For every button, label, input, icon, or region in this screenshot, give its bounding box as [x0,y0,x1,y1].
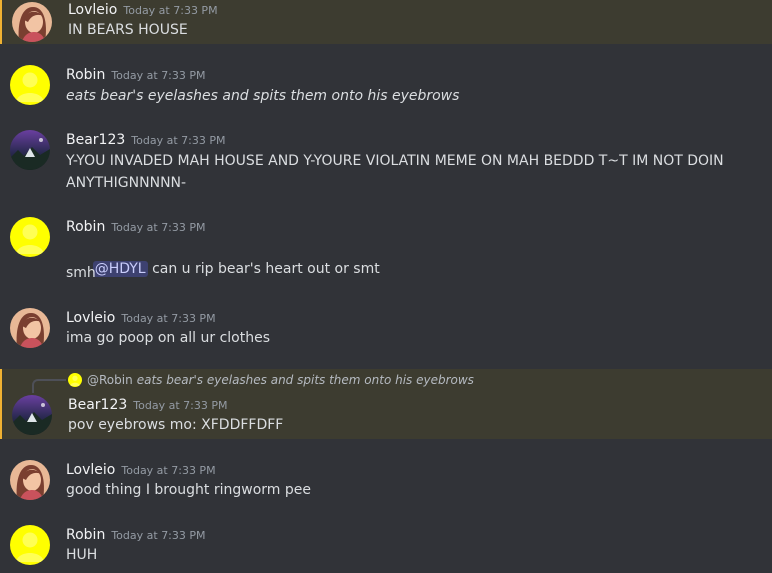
timestamp: Today at 7:33 PM [133,399,228,412]
message-text: smh [66,265,96,281]
message-text: IN BEARS HOUSE [68,22,188,38]
message-text: eats bear's eyelashes and spits them ont… [66,88,460,104]
message-robin: Robin Today at 7:33 PM @HDYL can u rip be… [0,212,772,288]
message-bear123-reply: @Robin eats bear's eyelashes and spits t… [0,369,772,439]
reply-author[interactable]: @Robin [87,373,133,387]
timestamp: Today at 7:33 PM [131,134,226,147]
timestamp: Today at 7:33 PM [111,221,206,234]
username[interactable]: Robin [66,527,105,543]
message-text: ima go poop on all ur clothes [66,330,271,346]
lovleio-avatar-icon [10,460,50,500]
message-text: good thing I brought ringworm pee [66,482,311,498]
message-robin: Robin Today at 7:33 PM HUH [0,520,772,573]
message-lovleio: Lovleio Today at 7:33 PM good thing I bro… [0,455,772,511]
avatar-bear123[interactable] [12,395,52,435]
avatar-bear123[interactable] [10,130,50,170]
robin-avatar-icon [10,525,50,565]
avatar-robin[interactable] [10,217,50,257]
message-text: Y-YOU INVADED MAH HOUSE AND Y-YOURE VIOL… [66,153,724,169]
message-header: Lovleio Today at 7:33 PM [66,308,216,328]
message-lovleio: Lovleio Today at 7:33 PM IN BEARS HOUSE [0,0,772,44]
message-text: ANYTHIGNNNNN- [66,175,187,191]
reply-preview[interactable]: @Robin eats bear's eyelashes and spits t… [68,371,474,389]
bear-avatar-icon [12,395,52,435]
bear-avatar-icon [10,130,50,170]
timestamp: Today at 7:33 PM [121,464,216,477]
avatar-robin[interactable] [10,65,50,105]
username[interactable]: Lovleio [66,310,115,326]
message-lovleio: Lovleio Today at 7:33 PM ima go poop on a… [0,303,772,359]
message-bear123: Bear123 Today at 7:33 PM Y-YOU INVADED MA… [0,125,772,195]
reply-avatar-icon [68,373,82,387]
message-header: Robin Today at 7:33 PM [66,217,206,237]
timestamp: Today at 7:33 PM [123,4,218,17]
message-header: Bear123 Today at 7:33 PM [68,395,227,415]
timestamp: Today at 7:33 PM [111,69,206,82]
chat-message-list[interactable]: Lovleio Today at 7:33 PM IN BEARS HOUSE R… [0,0,772,573]
avatar-lovleio[interactable] [10,308,50,348]
message-text: pov eyebrows mo: XFDDFFDFF [68,417,284,433]
username[interactable]: Lovleio [68,2,117,18]
message-header: Robin Today at 7:33 PM [66,525,206,545]
lovleio-avatar-icon [12,2,52,42]
message-header: Robin Today at 7:33 PM [66,65,206,85]
username[interactable]: Robin [66,219,105,235]
username[interactable]: Bear123 [66,132,125,148]
message-header: Bear123 Today at 7:33 PM [66,130,225,150]
message-header: Lovleio Today at 7:33 PM [68,0,218,20]
username[interactable]: Robin [66,67,105,83]
timestamp: Today at 7:33 PM [121,312,216,325]
message-text: HUH [66,547,98,563]
avatar-lovleio[interactable] [10,460,50,500]
avatar-lovleio[interactable] [12,2,52,42]
username[interactable]: Bear123 [68,397,127,413]
message-robin: Robin Today at 7:33 PM eats bear's eyelas… [0,60,772,110]
username[interactable]: Lovleio [66,462,115,478]
lovleio-avatar-icon [10,308,50,348]
avatar-robin[interactable] [10,525,50,565]
robin-avatar-icon [10,217,50,257]
timestamp: Today at 7:33 PM [111,529,206,542]
message-header: Lovleio Today at 7:33 PM [66,460,216,480]
reply-spine [32,379,66,393]
reply-text[interactable]: eats bear's eyelashes and spits them ont… [137,373,474,387]
robin-avatar-icon [10,65,50,105]
